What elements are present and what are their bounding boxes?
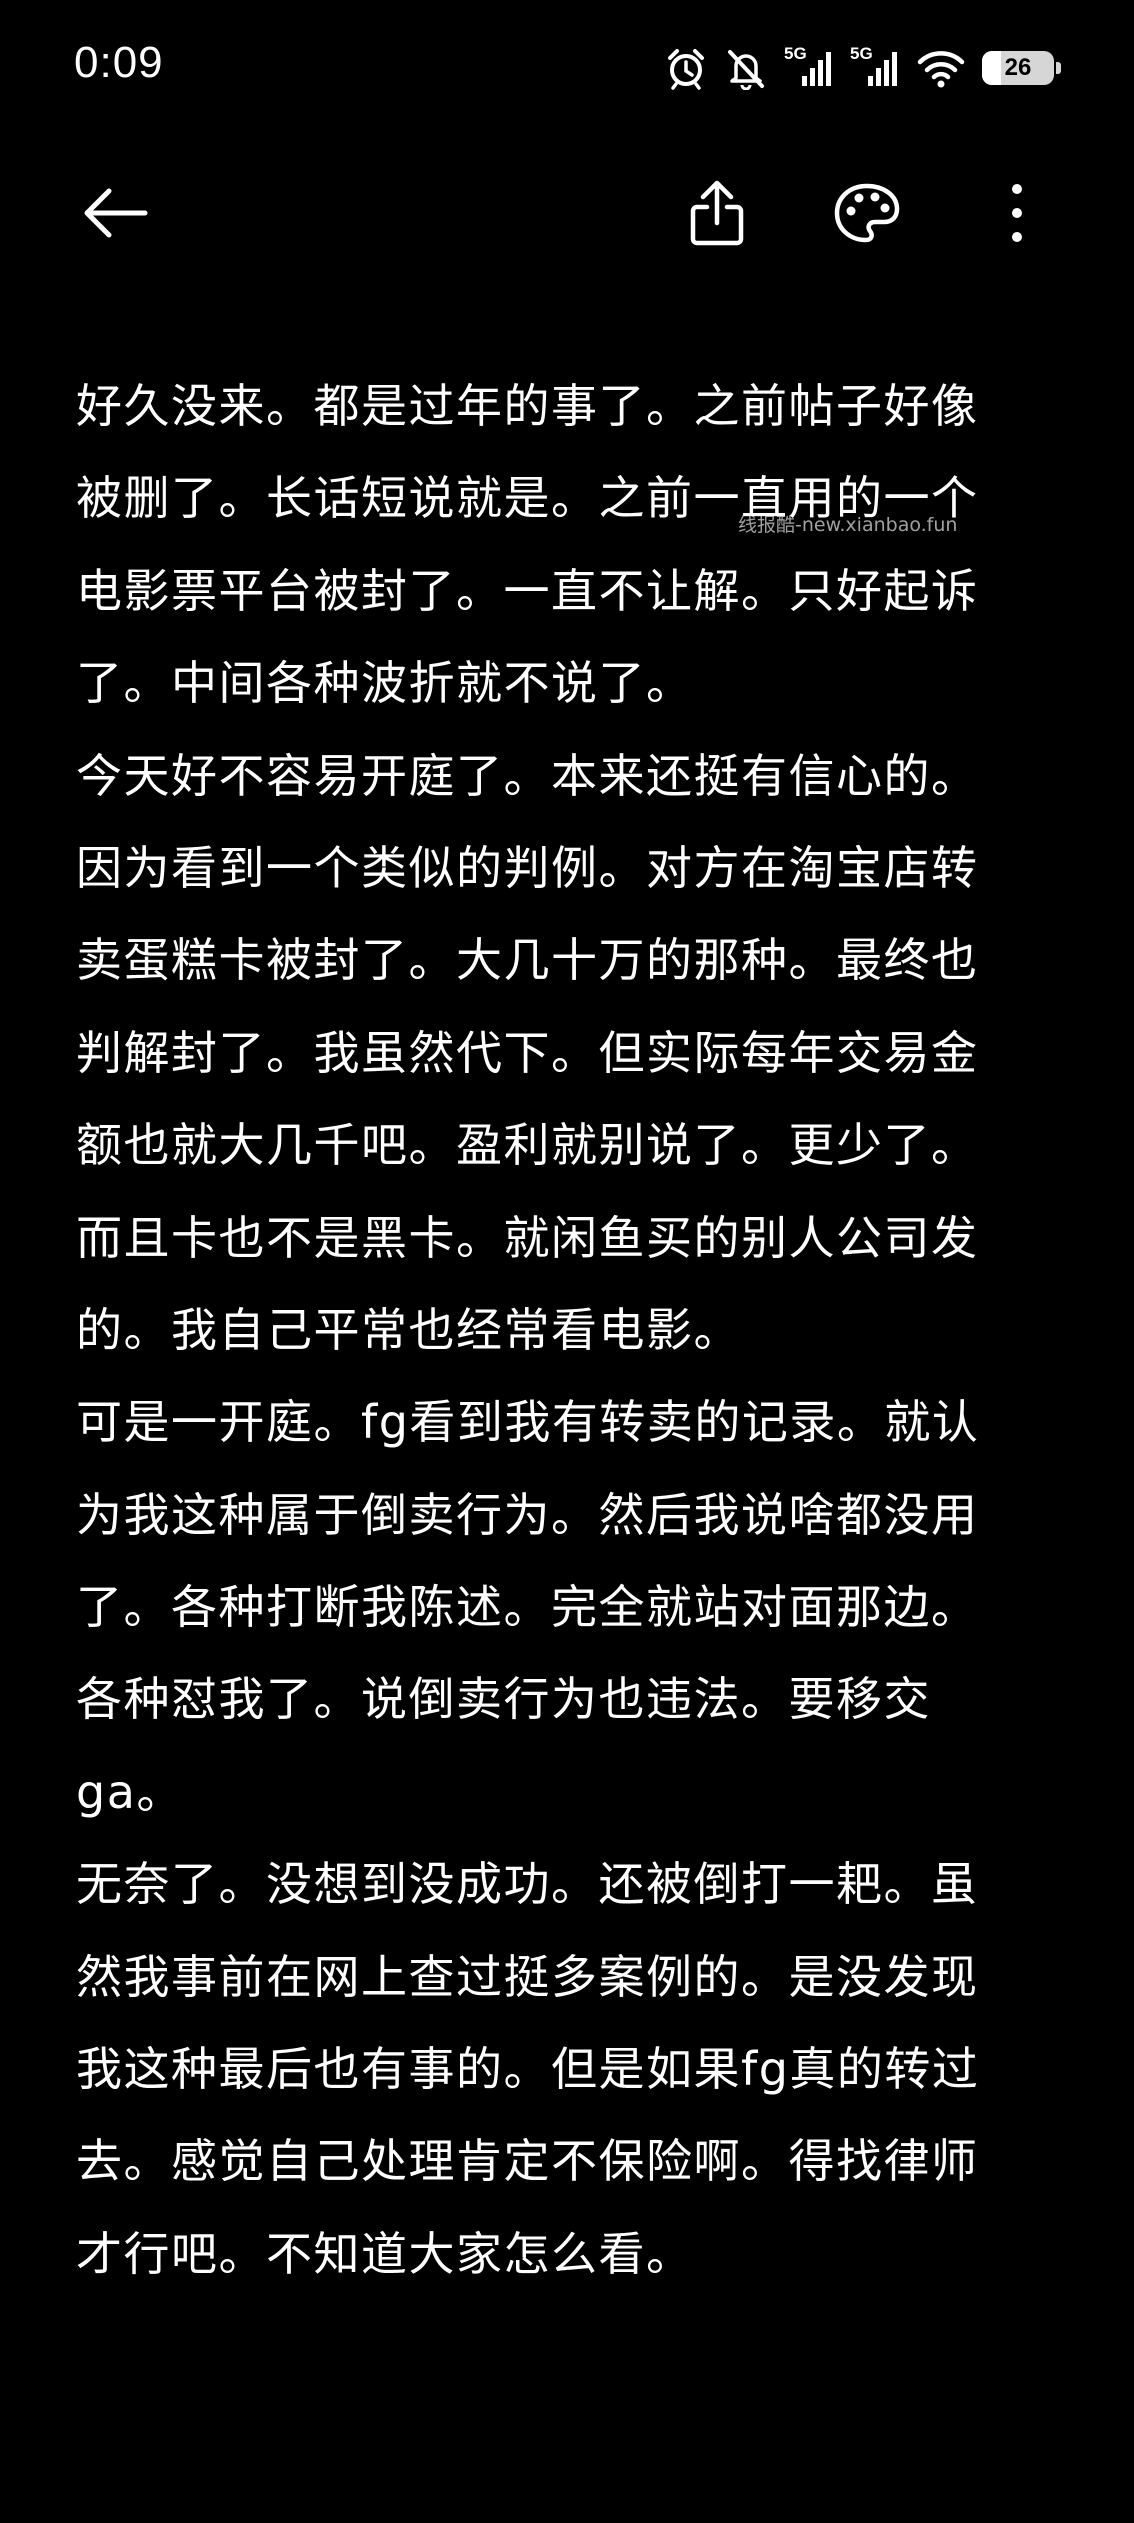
battery-percent: 26	[1004, 54, 1032, 81]
note-text-line: 我这种最后也有事的。但是如果fg真的转过	[76, 2042, 980, 2097]
more-vertical-icon	[1007, 181, 1027, 249]
note-text-line: 才行吧。不知道大家怎么看。	[76, 2226, 694, 2281]
note-text-line: 的。我自己平常也经常看电影。	[76, 1302, 741, 1357]
signal-5g-icon: 5G	[850, 44, 900, 90]
note-text-line: 而且卡也不是黑卡。就闲鱼买的别人公司发	[76, 1210, 979, 1265]
note-toolbar	[0, 160, 1134, 270]
note-text-line: 被删了。长话短说就是。之前一直用的一个	[76, 471, 979, 526]
theme-palette-button[interactable]	[822, 170, 912, 260]
note-text-line: 去。感觉自己处理肯定不保险啊。得找律师	[76, 2134, 979, 2189]
battery-level-fill	[982, 51, 1001, 85]
note-text-line: 好久没来。都是过年的事了。之前帖子好像	[76, 379, 979, 433]
note-text-line: 了。中间各种波折就不说了。	[76, 656, 694, 711]
battery-icon: 26	[982, 51, 1061, 85]
status-icons: 5G 5G 26	[664, 40, 1061, 96]
note-text-line: 判解封了。我虽然代下。但实际每年交易金	[76, 1025, 979, 1080]
back-button[interactable]	[70, 170, 160, 260]
network-type-label: 5G	[850, 44, 873, 63]
back-arrow-icon	[79, 185, 151, 245]
wifi-icon	[916, 46, 966, 90]
note-text-line: 各种怼我了。说倒卖行为也违法。要移交	[76, 1672, 931, 1727]
note-text-line: 电影票平台被封了。一直不让解。只好起诉	[76, 563, 979, 618]
note-text-line: 今天好不容易开庭了。本来还挺有信心的。	[76, 748, 979, 803]
note-text-line: 了。各种打断我陈述。完全就站对面那边。	[76, 1580, 979, 1635]
note-text-line: ga。	[76, 1764, 184, 1819]
note-text-line: 卖蛋糕卡被封了。大几十万的那种。最终也	[76, 933, 979, 988]
signal-5g-icon: 5G	[784, 44, 834, 90]
note-body[interactable]: 好久没来。都是过年的事了。之前帖子好像 被删了。长话短说就是。之前一直用的一个 电影…	[76, 360, 1066, 2300]
share-icon	[687, 177, 747, 253]
note-text-line: 可是一开庭。fg看到我有转卖的记录。就认	[76, 1395, 980, 1450]
note-text-line: 额也就大几千吧。盈利就别说了。更少了。	[76, 1118, 979, 1173]
mute-icon	[724, 46, 768, 90]
note-text-line: 为我这种属于倒卖行为。然后我说啥都没用	[76, 1487, 979, 1542]
battery-tip	[1056, 62, 1061, 74]
alarm-icon	[664, 46, 708, 90]
status-time: 0:09	[74, 38, 164, 87]
more-options-button[interactable]	[972, 170, 1062, 260]
share-button[interactable]	[672, 170, 762, 260]
note-text-line: 因为看到一个类似的判例。对方在淘宝店转	[76, 840, 979, 895]
network-type-label: 5G	[784, 44, 807, 63]
palette-icon	[832, 181, 902, 249]
status-bar: 0:09 5G 5G 26	[0, 0, 1134, 140]
note-text-line: 无奈了。没想到没成功。还被倒打一耙。虽	[76, 1857, 979, 1912]
note-text-line: 然我事前在网上查过挺多案例的。是没发现	[76, 1949, 979, 2004]
